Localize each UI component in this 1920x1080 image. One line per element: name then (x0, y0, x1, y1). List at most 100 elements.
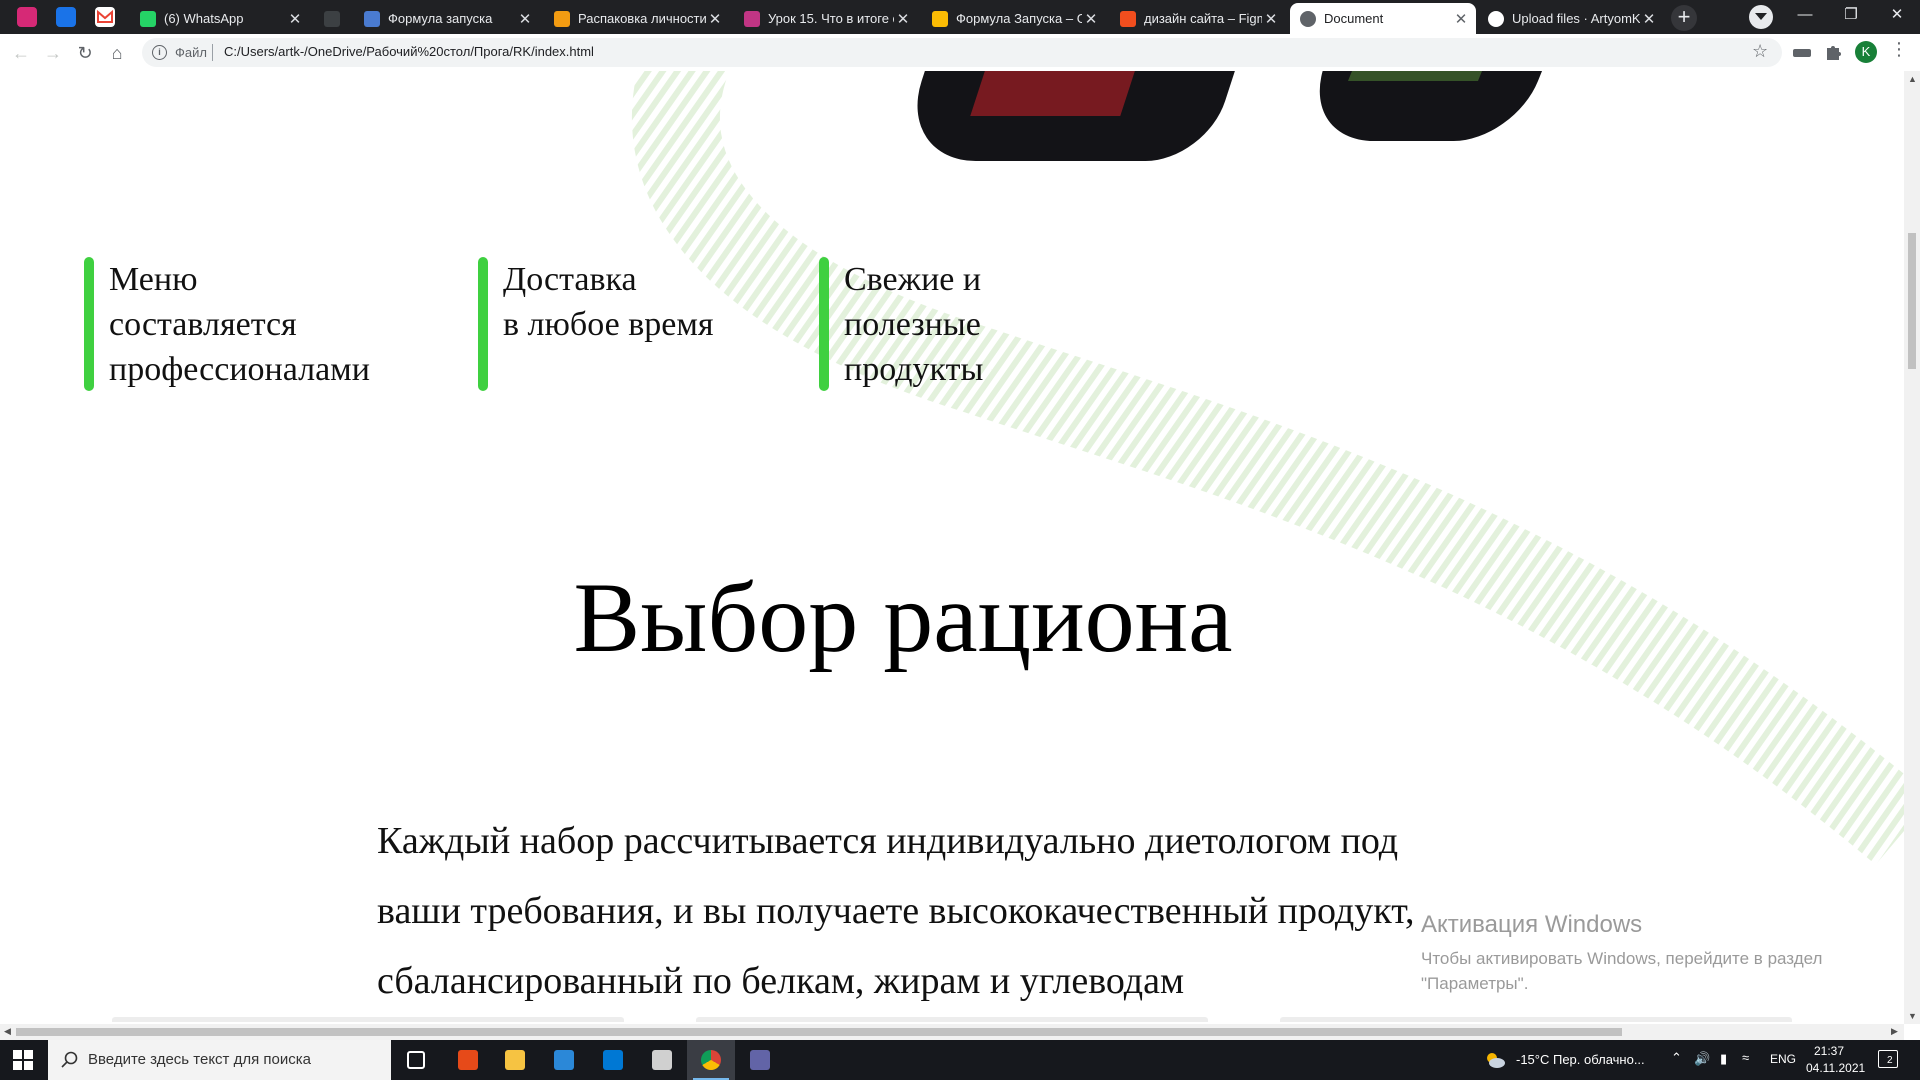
browser-tab-strip: (6) WhatsApp ✕ Формула запуска ✕ Распаковка … (0, 0, 1920, 34)
scroll-down-icon[interactable]: ▼ (1908, 1011, 1917, 1021)
weather-text[interactable]: -15°C Пер. облачно... (1516, 1052, 1645, 1067)
horizontal-scroll-thumb[interactable] (16, 1028, 1622, 1036)
taskbar-app[interactable] (540, 1040, 588, 1080)
pinned-tab-gmail[interactable] (95, 7, 115, 27)
close-window-button[interactable]: ✕ (1874, 0, 1920, 34)
wifi-icon[interactable]: ≈ (1742, 1050, 1749, 1065)
instagram-icon (744, 10, 760, 27)
section-description: Каждый набор рассчитывается индивидуальн… (377, 820, 1415, 1002)
chrome-icon (701, 1050, 721, 1070)
browser-menu-icon[interactable]: ⋮ (1890, 39, 1908, 60)
browser-tab[interactable]: Урок 15. Что в итоге с ✕ (734, 3, 918, 34)
reload-button[interactable]: ↻ (72, 40, 98, 66)
scroll-right-icon[interactable]: ▶ (1891, 1026, 1898, 1037)
profile-avatar[interactable]: K (1855, 41, 1877, 63)
close-tab-icon[interactable]: ✕ (286, 10, 304, 28)
taskbar-app[interactable] (638, 1040, 686, 1080)
site-label: Файл (175, 45, 207, 60)
teams-icon (750, 1050, 770, 1070)
show-hidden-icons-icon[interactable]: ⌃ (1671, 1050, 1682, 1066)
pinned-tab-chat[interactable] (56, 7, 76, 27)
new-tab-button[interactable]: + (1671, 5, 1697, 31)
windows-activation-title: Активация Windows (1421, 911, 1643, 938)
browser-tab[interactable]: Формула запуска ✕ (354, 3, 540, 34)
feature-line: Доставка (503, 261, 637, 298)
feature-line: Меню (109, 261, 198, 298)
generic-app-icon (324, 10, 340, 27)
rocket-icon (364, 10, 380, 27)
store-icon (554, 1050, 574, 1070)
feature-item: Свежие и полезные продукты (819, 257, 1144, 392)
gmail-icon (97, 9, 113, 23)
clock-date[interactable]: 04.11.2021 (1806, 1061, 1865, 1075)
extensions-puzzle-icon[interactable] (1822, 42, 1844, 64)
minimize-button[interactable]: — (1782, 0, 1828, 34)
vertical-scrollbar[interactable]: ▲ ▼ (1904, 71, 1920, 1024)
office-icon (458, 1050, 478, 1070)
search-icon (61, 1051, 78, 1068)
url-separator (212, 44, 213, 61)
taskbar-search-box[interactable]: Введите здесь текст для поиска (48, 1040, 391, 1080)
home-button[interactable]: ⌂ (104, 40, 130, 66)
feature-line: профессионалами (109, 351, 370, 388)
file-explorer-icon (505, 1050, 525, 1070)
food-box-image (895, 71, 1255, 161)
forward-button[interactable]: → (40, 40, 66, 66)
feature-item: Доставка в любое время (478, 257, 803, 391)
restore-button[interactable]: ❐ (1828, 0, 1874, 34)
browser-tab[interactable]: (6) WhatsApp ✕ (130, 3, 310, 34)
notification-count-badge: 2 (1887, 1055, 1893, 1066)
tab-title: Document (1324, 11, 1384, 26)
feature-line: продукты (844, 351, 984, 388)
close-tab-icon[interactable]: ✕ (516, 10, 534, 28)
close-tab-icon[interactable]: ✕ (894, 10, 912, 28)
vertical-scroll-thumb[interactable] (1908, 233, 1916, 369)
taskbar-app[interactable] (589, 1040, 637, 1080)
windows-activation-text: Чтобы активировать Windows, перейдите в … (1421, 949, 1823, 993)
pinned-tab-instagram[interactable] (17, 7, 37, 27)
scroll-left-icon[interactable]: ◀ (4, 1026, 11, 1037)
address-bar[interactable]: i Файл C:/Users/artk-/OneDrive/Рабочий%2… (142, 38, 1782, 67)
task-view-icon (407, 1051, 425, 1069)
tab-search-button[interactable] (1749, 5, 1773, 29)
tab-title: Формула запуска (388, 11, 493, 26)
windows-taskbar: Введите здесь текст для поиска -15°C Пер… (0, 1040, 1920, 1080)
taskbar-app[interactable] (491, 1040, 539, 1080)
browser-tab[interactable]: Upload files · ArtyomKo ✕ (1478, 3, 1664, 34)
tab-title: Распаковка личности (578, 11, 706, 26)
clock-time[interactable]: 21:37 (1814, 1044, 1844, 1058)
url-text[interactable]: C:/Users/artk-/OneDrive/Рабочий%20стол/П… (224, 44, 594, 59)
horizontal-scrollbar[interactable]: ◀ ▶ (0, 1024, 1904, 1040)
language-indicator[interactable]: ENG (1770, 1052, 1796, 1066)
browser-tab[interactable] (314, 3, 350, 34)
figma-icon (1120, 10, 1136, 27)
volume-icon[interactable]: 🔊 (1694, 1051, 1710, 1067)
card-top-edge (696, 1017, 1208, 1022)
scroll-up-icon[interactable]: ▲ (1908, 74, 1917, 84)
close-tab-icon[interactable]: ✕ (1262, 10, 1280, 28)
start-button[interactable] (13, 1050, 33, 1070)
browser-tab[interactable]: дизайн сайта – Figma ✕ (1110, 3, 1286, 34)
taskbar-app[interactable] (392, 1040, 440, 1080)
browser-tab[interactable]: Document ✕ (1290, 3, 1476, 34)
taskbar-app[interactable] (444, 1040, 492, 1080)
close-tab-icon[interactable]: ✕ (1082, 10, 1100, 28)
browser-tab[interactable]: Распаковка личности ✕ (544, 3, 730, 34)
browser-tab[interactable]: Формула Запуска – Go ✕ (922, 3, 1106, 34)
weather-icon[interactable] (1484, 1050, 1506, 1070)
battery-icon[interactable]: ▮ (1720, 1051, 1727, 1067)
info-icon[interactable]: i (152, 45, 167, 60)
close-tab-icon[interactable]: ✕ (1640, 10, 1658, 28)
taskbar-app[interactable] (736, 1040, 784, 1080)
notification-center-button[interactable]: 2 (1878, 1050, 1898, 1068)
drive-icon (932, 10, 948, 27)
close-tab-icon[interactable]: ✕ (706, 10, 724, 28)
back-button[interactable]: ← (8, 40, 34, 66)
extension-icon[interactable] (1791, 42, 1813, 64)
tab-title: Формула Запуска – Go (956, 11, 1082, 26)
whatsapp-icon (140, 10, 156, 27)
tab-title: Урок 15. Что в итоге с (768, 11, 894, 26)
taskbar-app[interactable] (687, 1040, 735, 1080)
bookmark-star-icon[interactable]: ☆ (1752, 41, 1768, 62)
close-tab-icon[interactable]: ✕ (1452, 10, 1470, 28)
